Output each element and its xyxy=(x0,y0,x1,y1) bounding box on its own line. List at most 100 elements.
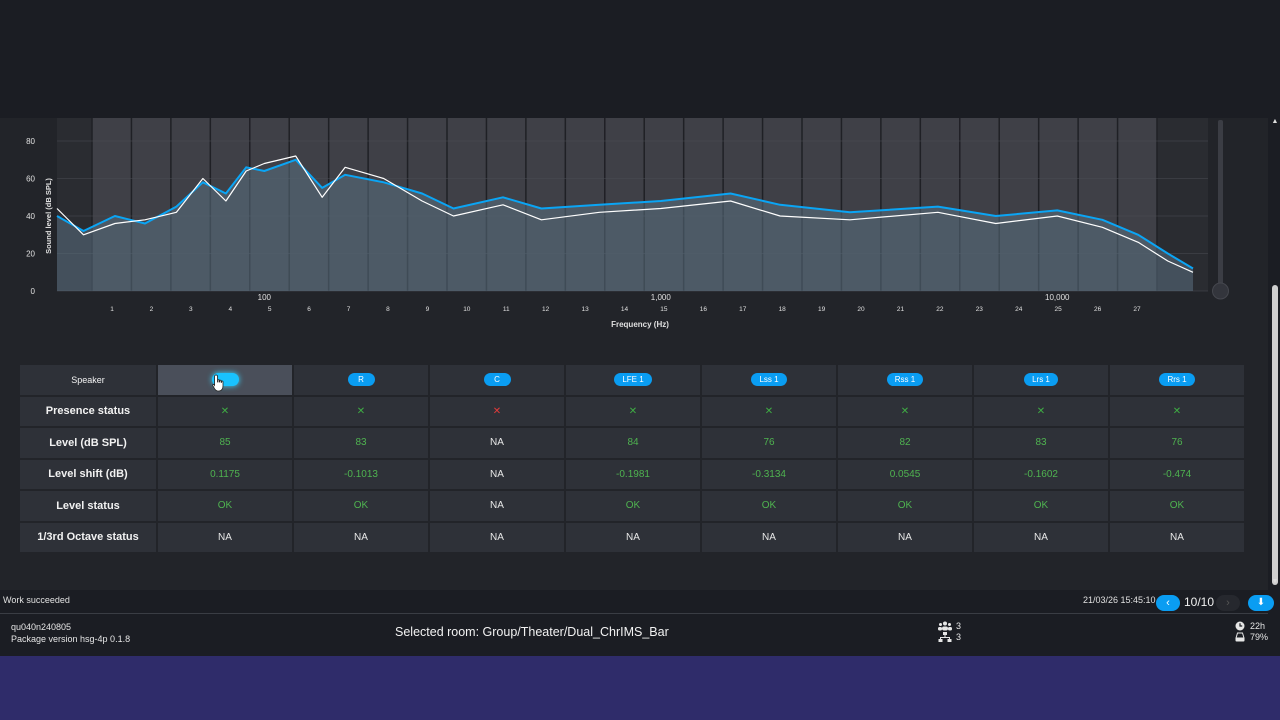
octave-status-value: NA xyxy=(354,531,368,543)
table-cell: ✕ xyxy=(702,396,836,426)
speaker-results-panel: Speaker R C LFE 1 Lss 1 Rss 1 Lrs 1 Rrs 1 Prese… xyxy=(0,340,1268,590)
speaker-button[interactable]: Rss 1 xyxy=(886,373,924,387)
work-status-text: Work succeeded xyxy=(3,595,70,605)
table-cell: NA xyxy=(838,522,972,552)
network-icon xyxy=(938,632,952,642)
band-number-label: 5 xyxy=(268,306,272,313)
band-number-label: 10 xyxy=(463,306,471,313)
shift-value: NA xyxy=(490,468,504,480)
speaker-cell: Lss 1 xyxy=(702,365,836,395)
uptime-value: 22h xyxy=(1250,621,1266,631)
next-page-button[interactable]: › xyxy=(1216,595,1240,611)
speaker-button[interactable]: Rrs 1 xyxy=(1159,373,1195,387)
table-cell: NA xyxy=(566,522,700,552)
status-bar: Work succeeded 21/03/26 15:45:10 ‹ 10/10… xyxy=(0,590,1274,614)
band-number-label: 14 xyxy=(621,306,629,313)
download-button[interactable]: ⬇ xyxy=(1248,595,1274,611)
table-row: Level status OK OK NA OK OK OK OK OK xyxy=(20,491,1244,521)
table-cell: ✕ xyxy=(294,396,428,426)
shift-value: -0.3134 xyxy=(752,468,786,480)
octave-status-value: NA xyxy=(490,531,504,543)
level-value: 76 xyxy=(1171,437,1183,449)
table-cell: OK xyxy=(974,491,1108,521)
scroll-down-icon[interactable]: ▼ xyxy=(1271,578,1279,586)
device-id: qu040n240805 xyxy=(11,622,72,632)
table-cell: OK xyxy=(702,491,836,521)
level-value: 83 xyxy=(355,437,367,449)
table-cell: NA xyxy=(974,522,1108,552)
selected-room: Selected room: Group/Theater/Dual_ChrIMS… xyxy=(395,625,669,639)
table-cell: NA xyxy=(158,522,292,552)
level-value: 85 xyxy=(219,437,231,449)
table-row: Presence status ✕ ✕ ✕ ✕ ✕ ✕ ✕ ✕ xyxy=(20,396,1244,426)
table-cell: -0.1981 xyxy=(566,459,700,489)
page-indicator: 10/10 xyxy=(1184,595,1215,609)
package-version: Package version hsg-4p 0.1.8 xyxy=(11,634,131,644)
speaker-cell: LFE 1 xyxy=(566,365,700,395)
table-cell: -0.3134 xyxy=(702,459,836,489)
table-cell: 83 xyxy=(294,428,428,458)
table-cell: -0.1602 xyxy=(974,459,1108,489)
shift-value: -0.1013 xyxy=(344,468,378,480)
shift-value: -0.1981 xyxy=(616,468,650,480)
band-number-label: 23 xyxy=(976,306,984,313)
table-cell: NA xyxy=(294,522,428,552)
presence-ok-icon: ✕ xyxy=(764,405,774,417)
band-number-label: 6 xyxy=(307,306,311,313)
level-value: 84 xyxy=(627,437,639,449)
y-tick-label: 60 xyxy=(26,175,35,184)
y-tick-label: 40 xyxy=(26,212,35,221)
download-icon: ⬇ xyxy=(1256,597,1266,608)
speaker-button[interactable]: Lrs 1 xyxy=(1024,373,1058,387)
band-number-label: 11 xyxy=(503,306,510,313)
table-row: Level (dB SPL) 85 83 NA 84 76 82 83 76 xyxy=(20,428,1244,458)
scrollbar-thumb[interactable] xyxy=(1272,285,1278,585)
row-header: Speaker xyxy=(20,365,156,395)
speaker-cell: Rss 1 xyxy=(838,365,972,395)
level-slider-handle[interactable] xyxy=(1212,282,1229,300)
table-cell: OK xyxy=(566,491,700,521)
band-number-label: 27 xyxy=(1133,306,1141,313)
octave-status-value: NA xyxy=(626,531,640,543)
table-cell: 85 xyxy=(158,428,292,458)
users-icon xyxy=(938,621,952,631)
previous-page-button[interactable]: ‹ xyxy=(1156,595,1180,611)
level-value: 76 xyxy=(763,437,775,449)
speaker-button[interactable]: Lss 1 xyxy=(751,373,787,387)
level-status-value: OK xyxy=(1169,500,1185,512)
table-cell: NA xyxy=(702,522,836,552)
level-value: NA xyxy=(490,437,504,449)
clock-icon xyxy=(1235,621,1245,631)
table-cell: ✕ xyxy=(566,396,700,426)
row-header: Presence status xyxy=(20,396,156,426)
band-number-label: 1 xyxy=(110,306,114,313)
table-cell: 82 xyxy=(838,428,972,458)
users-count: 3 xyxy=(956,621,962,631)
row-header: Level status xyxy=(20,491,156,521)
band-number-label: 7 xyxy=(347,306,351,313)
table-row: Level shift (dB) 0.1175 -0.1013 NA -0.1981 -0… xyxy=(20,459,1244,489)
presence-ok-icon: ✕ xyxy=(1036,405,1046,417)
footer: qu040n240805 Package version hsg-4p 0.1.… xyxy=(0,614,1280,656)
table-cell: 83 xyxy=(974,428,1108,458)
scroll-up-icon[interactable]: ▲ xyxy=(1271,118,1279,126)
table-cell: ✕ xyxy=(430,396,564,426)
table-row: 1/3rd Octave status NA NA NA NA NA NA NA NA xyxy=(20,522,1244,552)
speaker-button[interactable]: C xyxy=(483,373,511,387)
chevron-left-icon: ‹ xyxy=(1166,597,1170,609)
presence-ok-icon: ✕ xyxy=(356,405,366,417)
table-cell: NA xyxy=(1110,522,1244,552)
octave-status-value: NA xyxy=(1170,531,1184,543)
table-cell: NA xyxy=(430,522,564,552)
band-number-label: 18 xyxy=(779,306,787,313)
x-tick-label: 1,000 xyxy=(651,293,672,302)
top-empty-area xyxy=(0,0,1280,118)
presence-ok-icon: ✕ xyxy=(1172,405,1182,417)
speaker-button[interactable]: R xyxy=(347,373,375,387)
level-slider-track[interactable] xyxy=(1218,120,1223,290)
row-header: 1/3rd Octave status xyxy=(20,522,156,552)
table-cell: 76 xyxy=(1110,428,1244,458)
speaker-button[interactable]: LFE 1 xyxy=(614,373,652,387)
table-cell: -0.1013 xyxy=(294,459,428,489)
presence-ok-icon: ✕ xyxy=(900,405,910,417)
